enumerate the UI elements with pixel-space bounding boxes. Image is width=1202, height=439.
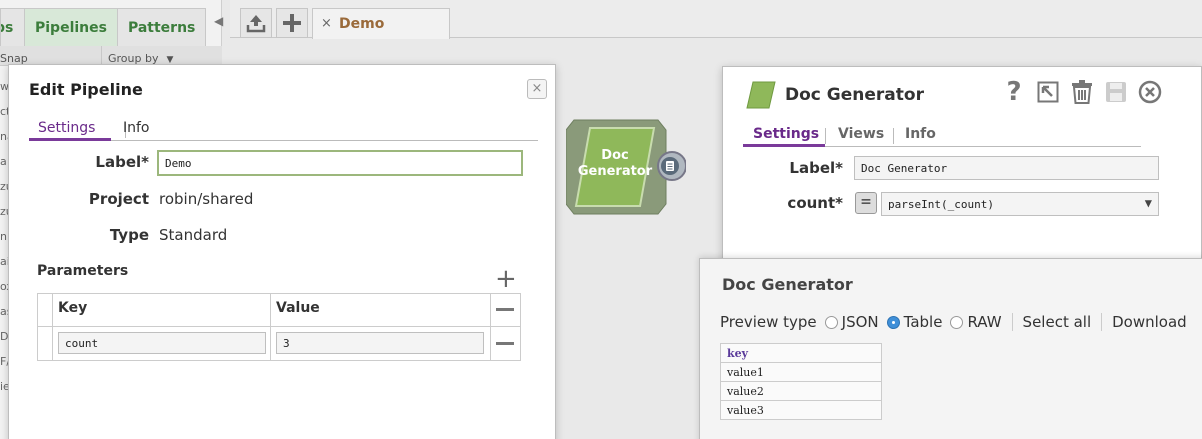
chevron-down-icon[interactable]: ▼ <box>1145 196 1152 210</box>
column-header-value: Value <box>276 300 320 316</box>
tab-views[interactable]: Views <box>838 126 884 142</box>
project-value: robin/shared <box>159 190 254 208</box>
close-icon[interactable] <box>1137 79 1163 105</box>
snap-settings-panel: Doc Generator ? Settings Views Info Labe… <box>722 66 1202 276</box>
count-expression-input[interactable]: parseInt(_count) ▼ <box>881 192 1159 216</box>
snap-label-line1: Doc <box>601 148 629 163</box>
column-header-key: Key <box>58 300 88 316</box>
remove-header-icon[interactable] <box>496 308 514 311</box>
download-link[interactable]: Download <box>1112 313 1187 331</box>
expression-toggle-button[interactable]: = <box>855 192 877 214</box>
edit-pipeline-dialog: Edit Pipeline × Settings Info Label* Dem… <box>8 64 556 439</box>
active-tab-indicator <box>29 138 111 141</box>
table-row[interactable]: value1 <box>720 362 882 382</box>
type-value: Standard <box>159 226 228 244</box>
tab-divider <box>893 128 894 144</box>
tab-pipelines[interactable]: Pipelines <box>24 8 118 46</box>
palette-tabs: ps Pipelines Patterns <box>0 8 207 46</box>
upload-icon <box>246 15 266 33</box>
data-preview-panel: Doc Generator Preview type JSON Table RA… <box>699 258 1202 439</box>
separator <box>1011 313 1013 331</box>
tab-snaps[interactable]: ps <box>0 8 25 46</box>
tab-demo[interactable]: × Demo <box>312 8 450 39</box>
preview-title: Doc Generator <box>722 275 853 294</box>
snap-settings-tabs: Settings Views Info <box>743 125 1141 147</box>
group-by-select[interactable]: Group by ▼ <box>101 46 221 65</box>
tab-settings[interactable]: Settings <box>753 126 819 142</box>
tab-patterns[interactable]: Patterns <box>116 8 207 46</box>
radio-table-label: Table <box>903 313 943 331</box>
separator <box>1101 313 1103 331</box>
close-dialog-button[interactable]: × <box>527 79 547 99</box>
radio-raw[interactable] <box>950 315 964 329</box>
project-caption: Project <box>88 190 149 208</box>
label-input[interactable]: Demo <box>157 150 523 176</box>
param-value-input[interactable]: 3 <box>276 332 484 354</box>
collapse-palette-icon[interactable]: ◀ <box>214 14 223 28</box>
column-divider <box>52 294 53 360</box>
preview-table: key value1 value2 value3 <box>720 343 882 420</box>
radio-json-label: JSON <box>841 313 879 331</box>
radio-raw-label: RAW <box>967 313 1002 331</box>
trash-icon[interactable] <box>1069 79 1095 105</box>
remove-row-icon[interactable] <box>496 342 514 345</box>
type-caption: Type <box>109 226 149 244</box>
tab-info[interactable]: Info <box>123 120 150 136</box>
help-icon[interactable]: ? <box>1001 77 1027 107</box>
tab-settings[interactable]: Settings <box>38 120 95 136</box>
dialog-title: Edit Pipeline <box>29 80 143 99</box>
count-expression-value: parseInt(_count) <box>888 197 994 211</box>
save-icon[interactable] <box>1103 79 1129 105</box>
parameters-table: Key Value count 3 <box>37 293 521 361</box>
column-divider <box>490 294 491 360</box>
table-row[interactable]: value2 <box>720 381 882 401</box>
active-tab-indicator <box>743 144 825 147</box>
snap-label: Doc Generator <box>576 148 654 180</box>
add-parameter-button[interactable]: + <box>495 266 517 292</box>
close-tab-icon[interactable]: × <box>321 16 332 31</box>
dialog-tabs: Settings Info <box>29 119 538 141</box>
doc-generator-icon <box>746 81 776 109</box>
snap-label-caption: Label* <box>789 159 843 177</box>
radio-json[interactable] <box>824 315 838 329</box>
preview-type-label: Preview type <box>720 313 817 331</box>
param-key-input[interactable]: count <box>58 332 266 354</box>
expand-icon[interactable] <box>1035 79 1061 105</box>
tab-divider <box>825 128 826 144</box>
export-button[interactable] <box>240 8 272 38</box>
tab-demo-label: Demo <box>339 16 385 32</box>
doc-generator-snap[interactable]: Doc Generator <box>565 118 687 216</box>
plus-icon <box>283 14 301 32</box>
count-caption: count* <box>787 194 843 212</box>
table-row[interactable]: value3 <box>720 400 882 420</box>
tab-info[interactable]: Info <box>905 126 936 142</box>
select-all-link[interactable]: Select all <box>1023 313 1092 331</box>
snap-label-line2: Generator <box>577 164 653 179</box>
new-pipeline-button[interactable] <box>276 8 308 38</box>
radio-table[interactable] <box>886 315 900 329</box>
label-caption: Label* <box>95 153 149 171</box>
snap-label-input[interactable]: Doc Generator <box>854 156 1159 180</box>
column-divider <box>270 294 271 360</box>
preview-controls: Preview type JSON Table RAW Select all D… <box>720 313 1187 331</box>
parameters-title: Parameters <box>37 263 129 279</box>
header-divider <box>38 326 520 327</box>
snap-settings-title: Doc Generator <box>785 85 924 105</box>
table-header-key: key <box>720 343 882 363</box>
